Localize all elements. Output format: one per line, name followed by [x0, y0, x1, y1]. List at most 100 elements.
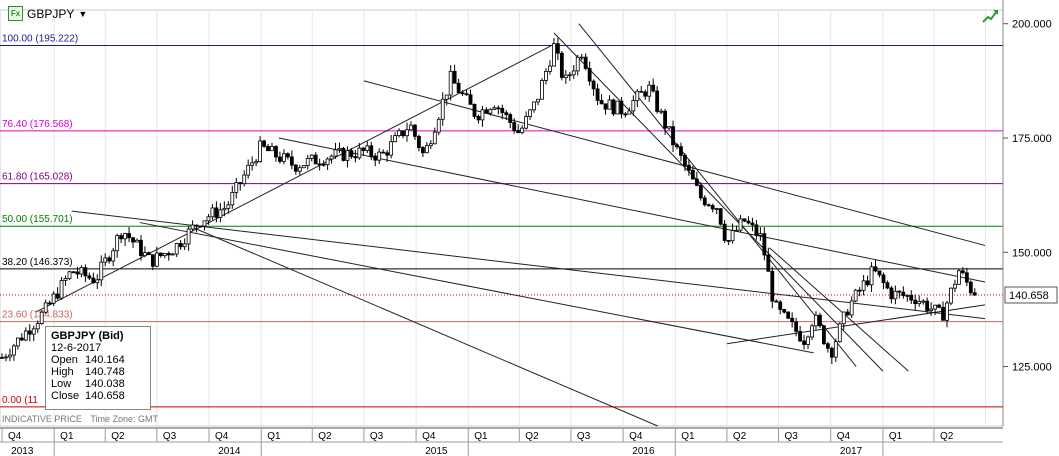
- year-label: 2014: [218, 446, 241, 456]
- candle-up: [444, 94, 449, 100]
- candle-up: [337, 148, 342, 151]
- candle-down: [790, 317, 795, 323]
- candle-up: [218, 209, 223, 218]
- candle-down: [802, 340, 806, 345]
- fib-level-label: 76.40 (176.568): [2, 119, 73, 130]
- candle-down: [468, 94, 473, 105]
- candle-up: [544, 70, 548, 81]
- candle-down: [313, 154, 318, 165]
- candle-up: [174, 243, 179, 255]
- candle-up: [563, 74, 568, 78]
- candle-down: [373, 155, 378, 161]
- candle-up: [921, 300, 926, 303]
- candle-down: [726, 240, 731, 242]
- candle-down: [710, 205, 715, 210]
- fx-badge-icon: Fx: [8, 6, 23, 21]
- candle-up: [571, 70, 576, 76]
- candle-down: [690, 169, 695, 180]
- price-tick-label: 125.000: [1012, 362, 1052, 374]
- candle-up: [234, 182, 239, 193]
- chevron-down-icon[interactable]: ▼: [78, 9, 87, 19]
- candle-down: [71, 271, 76, 274]
- candle-down: [687, 164, 691, 171]
- candle-up: [154, 252, 159, 267]
- candle-down: [671, 126, 675, 146]
- candle-down: [321, 163, 326, 166]
- candle-up: [103, 257, 108, 263]
- candle-up: [365, 145, 370, 151]
- candle-up: [309, 154, 314, 159]
- candle-up: [222, 207, 227, 211]
- candle-up: [282, 153, 286, 162]
- candle-down: [559, 52, 564, 78]
- candle-down: [278, 156, 282, 162]
- fib-level-label: 100.00 (195.222): [2, 34, 78, 45]
- candle-down: [798, 330, 802, 342]
- candle-up: [405, 129, 409, 137]
- candle-down: [87, 275, 92, 279]
- info-close-label: Close: [51, 390, 80, 402]
- price-tick-label: 175.000: [1012, 133, 1052, 145]
- candle-up: [35, 323, 40, 330]
- candle-up: [31, 328, 36, 335]
- candle-down: [595, 88, 600, 101]
- candle-up: [833, 341, 838, 358]
- chart-footer: INDICATIVE PRICE Time Zone: GMT: [2, 414, 158, 424]
- candle-down: [897, 290, 902, 293]
- candle-up: [254, 161, 259, 164]
- current-price-label: 140.658: [1009, 290, 1049, 302]
- candle-down: [214, 207, 219, 218]
- year-label: 2013: [11, 446, 34, 456]
- candle-down: [778, 301, 783, 310]
- candle-up: [758, 233, 763, 236]
- candle-up: [115, 235, 120, 252]
- candle-up: [51, 293, 56, 304]
- candle-up: [567, 74, 572, 77]
- candle-up: [738, 218, 743, 231]
- candle-up: [325, 158, 330, 166]
- candle-down: [317, 163, 322, 166]
- candle-up: [186, 228, 191, 245]
- fib-level-label: 50.00 (155.701): [2, 214, 73, 225]
- trend-up-icon[interactable]: [982, 8, 998, 24]
- candle-down: [361, 147, 366, 151]
- candle-up: [953, 283, 957, 289]
- candle-up: [869, 266, 874, 286]
- candle-up: [929, 308, 934, 311]
- price-chart[interactable]: 100.00 (195.222) 76.40 (176.568) 61.80 (16…: [0, 0, 1059, 456]
- candle-up: [377, 151, 382, 161]
- candle-down: [655, 90, 660, 112]
- candle-up: [540, 80, 544, 100]
- candle-down: [353, 156, 358, 159]
- candle-down: [55, 293, 60, 299]
- candle-down: [285, 153, 290, 158]
- candle-down: [91, 277, 96, 284]
- candle-down: [960, 270, 965, 274]
- candle-down: [139, 239, 143, 257]
- price-tick-label: 200.000: [1012, 19, 1052, 31]
- candle-down: [786, 311, 791, 319]
- symbol-selector[interactable]: Fx GBPJPY ▼: [8, 6, 87, 21]
- fib-level-label: 38.20 (146.373): [2, 257, 73, 268]
- candle-up: [230, 192, 235, 206]
- candle-up: [841, 311, 846, 325]
- quarter-label: Q3: [163, 431, 177, 442]
- candle-down: [512, 122, 517, 132]
- candle-up: [345, 150, 350, 161]
- candle-up: [4, 356, 8, 359]
- candle-down: [822, 325, 826, 345]
- candle-down: [496, 107, 501, 110]
- candle-down: [293, 164, 298, 172]
- candle-up: [945, 302, 949, 321]
- candle-down: [766, 254, 771, 272]
- candle-down: [651, 84, 656, 92]
- candle-down: [599, 99, 604, 105]
- time-axis: Q4 Q1 Q2 Q3 Q4 Q1 Q2 Q3 Q4 Q1 Q2 Q3 Q4 Q1 Q2 Q3 Q4 Q1 Q2 20…: [0, 427, 1003, 456]
- candle-down: [289, 156, 294, 166]
- candle-down: [972, 292, 977, 296]
- candle-down: [262, 140, 266, 147]
- candle-up: [242, 174, 247, 185]
- candle-down: [385, 152, 390, 156]
- candle-up: [667, 126, 671, 129]
- quarter-label: Q2: [111, 431, 125, 442]
